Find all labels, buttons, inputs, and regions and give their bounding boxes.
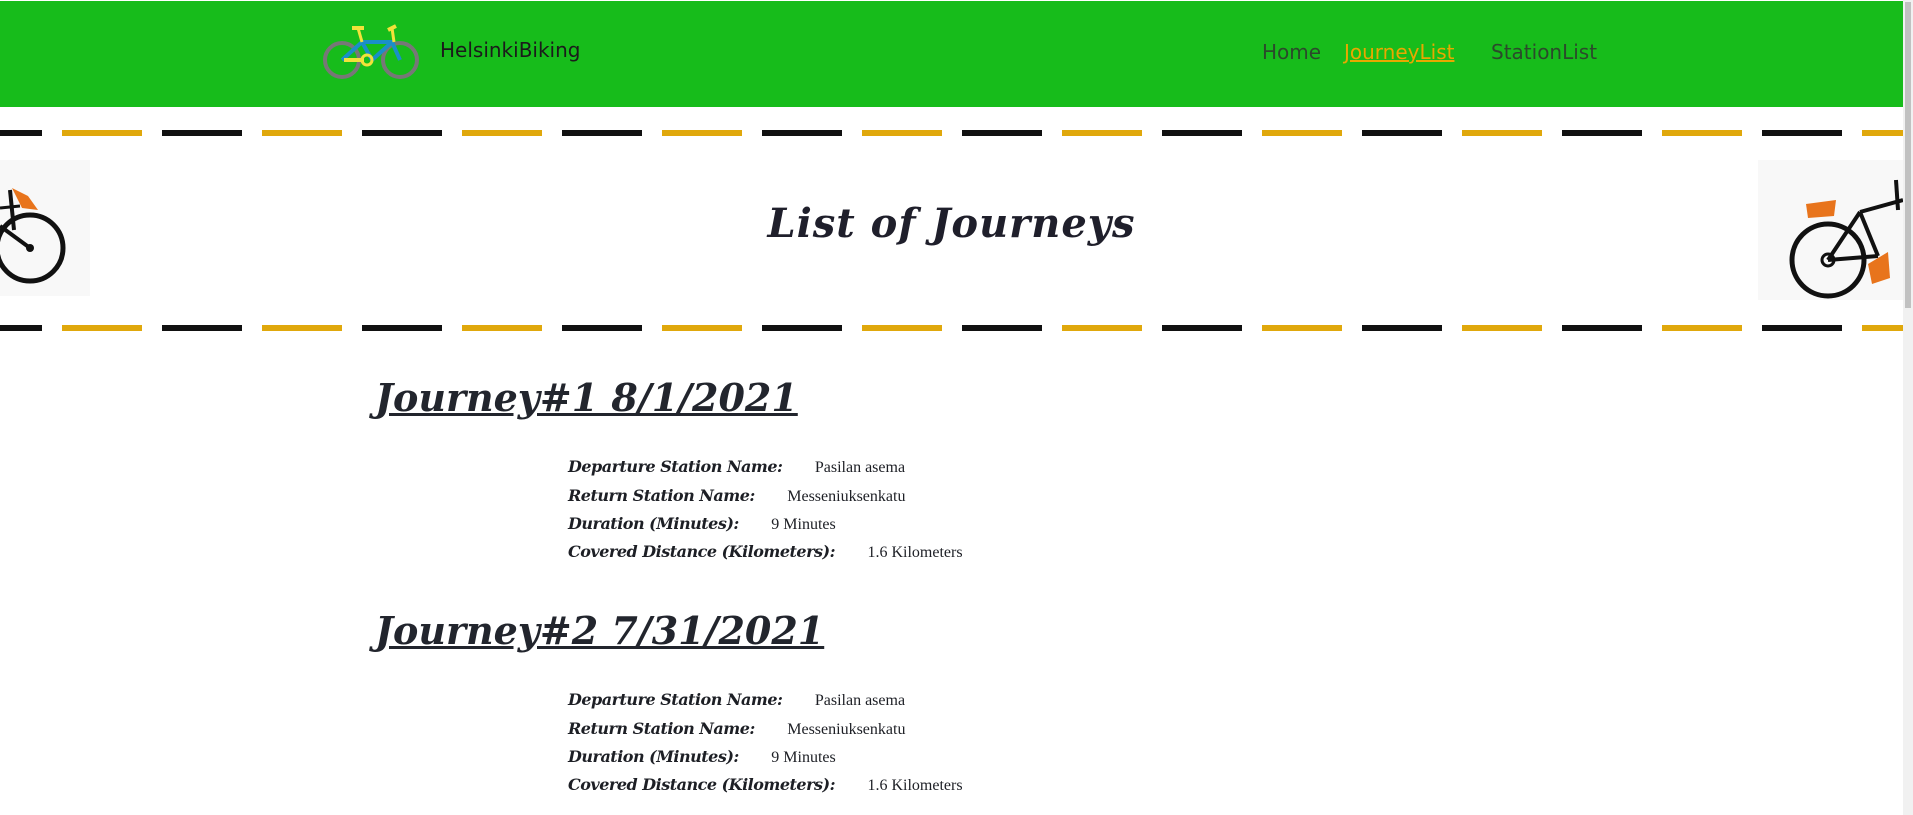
- detail-duration: Duration (Minutes): 9 Minutes: [568, 512, 836, 536]
- detail-duration: Duration (Minutes): 9 Minutes: [568, 745, 836, 769]
- road-dash: [1262, 130, 1342, 136]
- road-dash: [1762, 325, 1842, 331]
- scrollbar-thumb[interactable]: [1905, 2, 1911, 308]
- road-dash: [1862, 325, 1903, 331]
- road-dash: [162, 325, 242, 331]
- road-dash: [1562, 325, 1642, 331]
- road-dash: [662, 325, 742, 331]
- nav-station-list[interactable]: StationList: [1491, 40, 1597, 64]
- journey-heading[interactable]: Journey#2 7/31/2021: [375, 608, 1175, 653]
- road-dash: [1662, 130, 1742, 136]
- detail-value: 9 Minutes: [771, 749, 836, 766]
- road-dash: [1162, 130, 1242, 136]
- detail-label: Duration (Minutes):: [568, 514, 739, 533]
- road-dash: [462, 325, 542, 331]
- detail-distance: Covered Distance (Kilometers): 1.6 Kilom…: [568, 540, 963, 564]
- road-dash: [362, 130, 442, 136]
- journey-heading[interactable]: Journey#1 8/1/2021: [375, 375, 1175, 420]
- journey-card: Journey#1 8/1/2021 Departure Station Nam…: [375, 375, 1175, 561]
- detail-value: Pasilan asema: [814, 459, 906, 476]
- road-dash: [162, 130, 242, 136]
- road-dash: [1662, 325, 1742, 331]
- detail-value: 9 Minutes: [771, 516, 836, 533]
- road-dash: [0, 325, 42, 331]
- road-dash: [762, 325, 842, 331]
- road-dash: [362, 325, 442, 331]
- page-title: List of Journeys: [767, 200, 1136, 247]
- nav-home[interactable]: Home: [1262, 40, 1321, 64]
- road-dash: [862, 325, 942, 331]
- bicycle-logo-icon[interactable]: [322, 22, 422, 82]
- road-dash: [262, 325, 342, 331]
- road-dash: [562, 325, 642, 331]
- road-dash: [762, 130, 842, 136]
- road-dash: [862, 130, 942, 136]
- road-dash: [62, 325, 142, 331]
- detail-return: Return Station Name: Messeniuksenkatu: [568, 484, 905, 508]
- road-dash: [1362, 130, 1442, 136]
- detail-value: Messeniuksenkatu: [787, 721, 906, 738]
- detail-label: Covered Distance (Kilometers):: [568, 542, 836, 561]
- road-dash: [962, 130, 1042, 136]
- road-dash: [0, 130, 42, 136]
- detail-value: Pasilan asema: [814, 692, 906, 709]
- detail-value: 1.6 Kilometers: [867, 544, 963, 561]
- detail-value: 1.6 Kilometers: [867, 777, 963, 794]
- road-dash: [962, 325, 1042, 331]
- detail-value: Messeniuksenkatu: [787, 488, 906, 505]
- road-dash: [1462, 325, 1542, 331]
- road-stripe-top: [0, 130, 1903, 136]
- detail-label: Departure Station Name:: [568, 457, 783, 476]
- detail-label: Return Station Name:: [568, 719, 755, 738]
- road-dash: [1162, 325, 1242, 331]
- road-dash: [1562, 130, 1642, 136]
- detail-departure: Departure Station Name: Pasilan asema: [568, 455, 905, 479]
- road-dash: [662, 130, 742, 136]
- detail-distance: Covered Distance (Kilometers): 1.6 Kilom…: [568, 773, 963, 797]
- detail-label: Covered Distance (Kilometers):: [568, 775, 836, 794]
- road-dash: [1862, 130, 1903, 136]
- road-stripe-bottom: [0, 325, 1903, 331]
- detail-departure: Departure Station Name: Pasilan asema: [568, 688, 905, 712]
- brand-name[interactable]: HelsinkiBiking: [440, 38, 580, 62]
- road-dash: [1262, 325, 1342, 331]
- road-dash: [1062, 130, 1142, 136]
- road-dash: [1362, 325, 1442, 331]
- road-dash: [262, 130, 342, 136]
- road-dash: [462, 130, 542, 136]
- nav-journey-list[interactable]: JourneyList: [1344, 40, 1454, 64]
- detail-label: Departure Station Name:: [568, 690, 783, 709]
- detail-label: Duration (Minutes):: [568, 747, 739, 766]
- road-dash: [1062, 325, 1142, 331]
- road-dash: [1462, 130, 1542, 136]
- journey-card: Journey#2 7/31/2021 Departure Station Na…: [375, 608, 1175, 794]
- detail-return: Return Station Name: Messeniuksenkatu: [568, 717, 905, 741]
- road-dash: [562, 130, 642, 136]
- top-navbar: [0, 1, 1903, 107]
- detail-label: Return Station Name:: [568, 486, 755, 505]
- road-dash: [62, 130, 142, 136]
- road-dash: [1762, 130, 1842, 136]
